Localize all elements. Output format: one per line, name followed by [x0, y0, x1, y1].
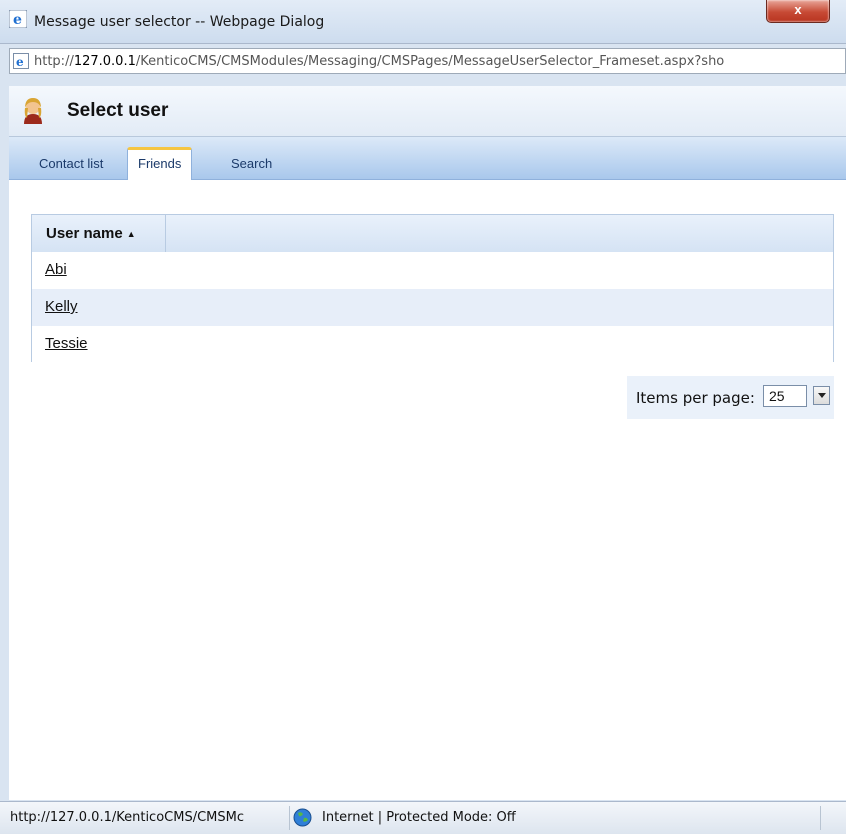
user-link[interactable]: Abi — [45, 261, 67, 278]
address-bar: e http://127.0.0.1/KenticoCMS/CMSModules… — [9, 48, 846, 74]
svg-text:e: e — [16, 55, 24, 69]
chevron-down-icon[interactable] — [813, 386, 830, 405]
globe-icon — [293, 808, 312, 827]
window-title: Message user selector -- Webpage Dialog — [34, 14, 325, 30]
items-per-page-label: Items per page: — [636, 389, 755, 407]
status-divider — [289, 806, 290, 830]
dialog-title-bar: e Message user selector -- Webpage Dialo… — [0, 0, 846, 44]
table-row: Tessie — [32, 326, 833, 363]
user-link[interactable]: Tessie — [45, 335, 88, 352]
security-zone: Internet | Protected Mode: Off — [322, 810, 516, 825]
tab-friends[interactable]: Friends — [127, 147, 193, 180]
page-header: Select user — [9, 86, 846, 137]
sort-ascending-icon: ▲ — [126, 228, 136, 239]
items-per-page-select[interactable]: 25 — [763, 385, 807, 407]
address-url[interactable]: http://127.0.0.1/KenticoCMS/CMSModules/M… — [34, 54, 724, 69]
grid-header: User name ▲ — [32, 215, 833, 253]
svg-text:e: e — [13, 12, 22, 28]
user-grid: User name ▲ Abi Kelly Tessie — [31, 214, 834, 363]
page-icon: e — [13, 53, 29, 69]
table-row: Abi — [32, 252, 833, 289]
status-url: http://127.0.0.1/KenticoCMS/CMSMc — [10, 810, 244, 825]
column-header-label: User name — [46, 225, 123, 242]
status-bar: http://127.0.0.1/KenticoCMS/CMSMc Intern… — [0, 801, 846, 834]
user-icon — [24, 98, 42, 124]
tab-search[interactable]: Search — [221, 150, 282, 178]
user-name-column-header[interactable]: User name ▲ — [32, 215, 166, 252]
pager: Items per page: 25 — [627, 376, 834, 419]
user-link[interactable]: Kelly — [45, 298, 78, 315]
dialog-content: Select user Contact list Friends Search … — [9, 86, 846, 800]
items-per-page-value: 25 — [769, 388, 785, 404]
table-row: Kelly — [32, 289, 833, 326]
tab-contact-list[interactable]: Contact list — [29, 150, 113, 178]
tab-bar: Contact list Friends Search — [9, 137, 846, 180]
close-button[interactable]: x — [766, 0, 830, 23]
page-title: Select user — [67, 100, 169, 121]
internet-explorer-icon: e — [9, 10, 27, 28]
status-divider — [820, 806, 821, 830]
